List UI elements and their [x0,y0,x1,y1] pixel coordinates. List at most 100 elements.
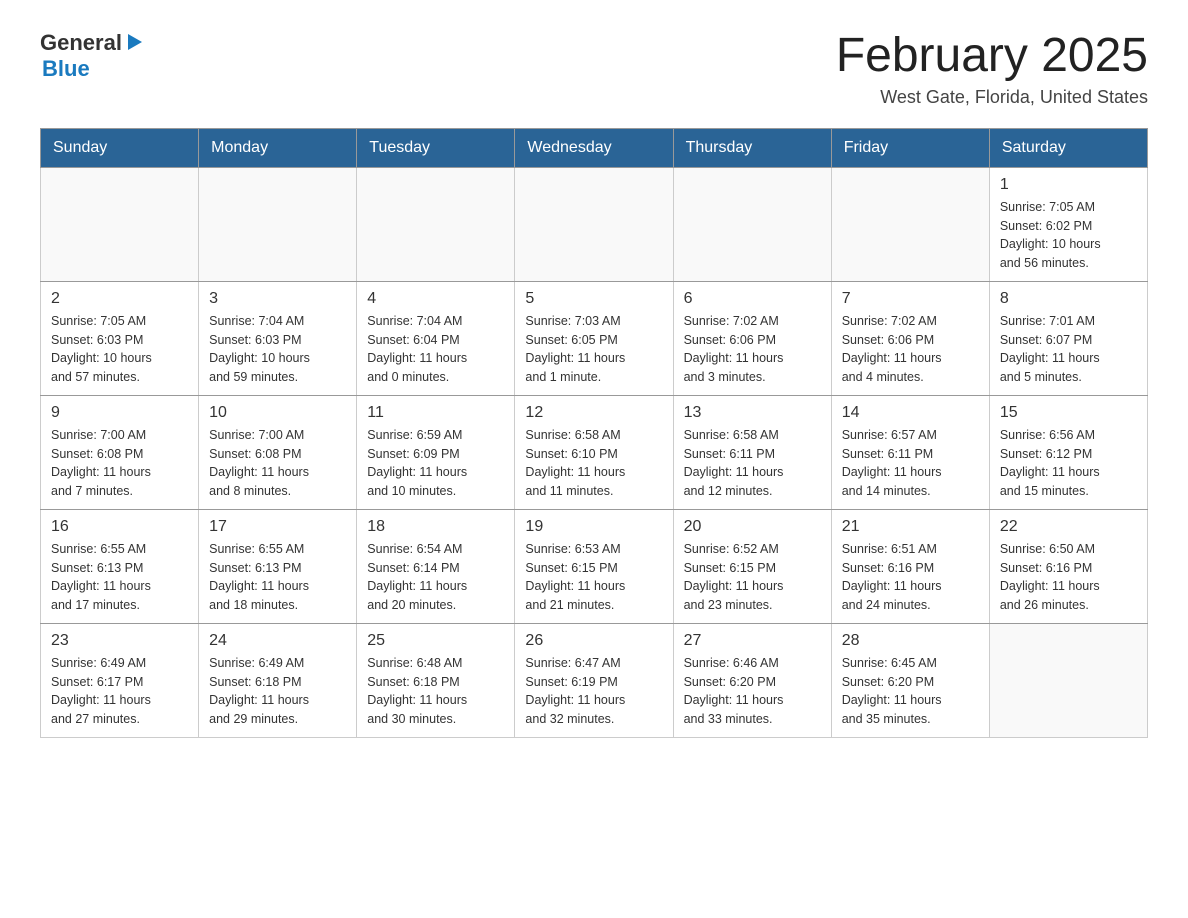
calendar-header-monday: Monday [199,128,357,167]
day-number: 24 [209,632,346,650]
title-block: February 2025 West Gate, Florida, United… [836,30,1148,108]
calendar-header-thursday: Thursday [673,128,831,167]
day-number: 8 [1000,290,1137,308]
calendar-header-tuesday: Tuesday [357,128,515,167]
calendar-table: SundayMondayTuesdayWednesdayThursdayFrid… [40,128,1148,738]
calendar-week-row: 16 Sunrise: 6:55 AM Sunset: 6:13 PM Dayli… [41,509,1148,623]
day-info: Sunrise: 7:04 AM Sunset: 6:03 PM Dayligh… [209,312,346,387]
day-info: Sunrise: 6:50 AM Sunset: 6:16 PM Dayligh… [1000,540,1137,615]
day-number: 3 [209,290,346,308]
day-info: Sunrise: 6:56 AM Sunset: 6:12 PM Dayligh… [1000,426,1137,501]
calendar-cell: 7 Sunrise: 7:02 AM Sunset: 6:06 PM Daylig… [831,281,989,395]
day-number: 21 [842,518,979,536]
calendar-cell: 20 Sunrise: 6:52 AM Sunset: 6:15 PM Dayli… [673,509,831,623]
calendar-cell: 8Sunrise: 7:01 AM Sunset: 6:07 PM Daylig… [989,281,1147,395]
logo-general: General [40,30,122,56]
day-info: Sunrise: 7:02 AM Sunset: 6:06 PM Dayligh… [684,312,821,387]
day-info: Sunrise: 6:55 AM Sunset: 6:13 PM Dayligh… [209,540,346,615]
day-number: 14 [842,404,979,422]
subtitle: West Gate, Florida, United States [836,87,1148,108]
day-number: 15 [1000,404,1137,422]
calendar-cell [515,167,673,281]
day-number: 28 [842,632,979,650]
day-info: Sunrise: 7:04 AM Sunset: 6:04 PM Dayligh… [367,312,504,387]
day-number: 12 [525,404,662,422]
logo: General Blue [40,30,146,82]
day-number: 7 [842,290,979,308]
logo-arrow-icon [124,31,146,53]
day-info: Sunrise: 6:49 AM Sunset: 6:17 PM Dayligh… [51,654,188,729]
calendar-cell: 23 Sunrise: 6:49 AM Sunset: 6:17 PM Dayli… [41,623,199,737]
calendar-week-row: 2Sunrise: 7:05 AM Sunset: 6:03 PM Daylig… [41,281,1148,395]
calendar-cell: 6Sunrise: 7:02 AM Sunset: 6:06 PM Daylig… [673,281,831,395]
calendar-header-saturday: Saturday [989,128,1147,167]
day-number: 27 [684,632,821,650]
calendar-cell: 2Sunrise: 7:05 AM Sunset: 6:03 PM Daylig… [41,281,199,395]
day-info: Sunrise: 7:00 AM Sunset: 6:08 PM Dayligh… [209,426,346,501]
calendar-cell [989,623,1147,737]
calendar-cell: 19 Sunrise: 6:53 AM Sunset: 6:15 PM Dayli… [515,509,673,623]
page-header: General Blue February 2025 West Gate, Fl… [40,30,1148,108]
calendar-cell: 12 Sunrise: 6:58 AM Sunset: 6:10 PM Dayli… [515,395,673,509]
calendar-cell: 17 Sunrise: 6:55 AM Sunset: 6:13 PM Dayli… [199,509,357,623]
calendar-header-row: SundayMondayTuesdayWednesdayThursdayFrid… [41,128,1148,167]
day-number: 13 [684,404,821,422]
day-info: Sunrise: 6:54 AM Sunset: 6:14 PM Dayligh… [367,540,504,615]
day-number: 19 [525,518,662,536]
calendar-cell: 13 Sunrise: 6:58 AM Sunset: 6:11 PM Dayli… [673,395,831,509]
day-number: 22 [1000,518,1137,536]
day-info: Sunrise: 6:47 AM Sunset: 6:19 PM Dayligh… [525,654,662,729]
day-number: 20 [684,518,821,536]
calendar-cell [673,167,831,281]
calendar-cell: 1 Sunrise: 7:05 AM Sunset: 6:02 PM Daylig… [989,167,1147,281]
day-info: Sunrise: 7:03 AM Sunset: 6:05 PM Dayligh… [525,312,662,387]
calendar-cell: 11 Sunrise: 6:59 AM Sunset: 6:09 PM Dayli… [357,395,515,509]
calendar-cell [199,167,357,281]
day-number: 23 [51,632,188,650]
calendar-cell: 25 Sunrise: 6:48 AM Sunset: 6:18 PM Dayli… [357,623,515,737]
calendar-cell: 26 Sunrise: 6:47 AM Sunset: 6:19 PM Dayli… [515,623,673,737]
day-info: Sunrise: 7:02 AM Sunset: 6:06 PM Dayligh… [842,312,979,387]
calendar-cell: 21 Sunrise: 6:51 AM Sunset: 6:16 PM Dayli… [831,509,989,623]
calendar-cell: 22 Sunrise: 6:50 AM Sunset: 6:16 PM Dayli… [989,509,1147,623]
day-number: 26 [525,632,662,650]
calendar-header-sunday: Sunday [41,128,199,167]
day-info: Sunrise: 6:45 AM Sunset: 6:20 PM Dayligh… [842,654,979,729]
day-number: 11 [367,404,504,422]
calendar-header-friday: Friday [831,128,989,167]
day-info: Sunrise: 6:58 AM Sunset: 6:11 PM Dayligh… [684,426,821,501]
calendar-week-row: 9 Sunrise: 7:00 AM Sunset: 6:08 PM Daylig… [41,395,1148,509]
calendar-cell: 27 Sunrise: 6:46 AM Sunset: 6:20 PM Dayli… [673,623,831,737]
day-info: Sunrise: 7:05 AM Sunset: 6:02 PM Dayligh… [1000,198,1137,273]
day-info: Sunrise: 6:48 AM Sunset: 6:18 PM Dayligh… [367,654,504,729]
day-number: 10 [209,404,346,422]
day-info: Sunrise: 6:58 AM Sunset: 6:10 PM Dayligh… [525,426,662,501]
day-info: Sunrise: 6:59 AM Sunset: 6:09 PM Dayligh… [367,426,504,501]
day-info: Sunrise: 6:55 AM Sunset: 6:13 PM Dayligh… [51,540,188,615]
day-info: Sunrise: 6:46 AM Sunset: 6:20 PM Dayligh… [684,654,821,729]
day-number: 1 [1000,176,1137,194]
day-info: Sunrise: 6:52 AM Sunset: 6:15 PM Dayligh… [684,540,821,615]
calendar-cell: 28 Sunrise: 6:45 AM Sunset: 6:20 PM Dayli… [831,623,989,737]
calendar-cell [41,167,199,281]
calendar-week-row: 23 Sunrise: 6:49 AM Sunset: 6:17 PM Dayli… [41,623,1148,737]
calendar-week-row: 1 Sunrise: 7:05 AM Sunset: 6:02 PM Daylig… [41,167,1148,281]
day-number: 9 [51,404,188,422]
calendar-cell [831,167,989,281]
day-number: 2 [51,290,188,308]
day-info: Sunrise: 6:51 AM Sunset: 6:16 PM Dayligh… [842,540,979,615]
calendar-cell: 9 Sunrise: 7:00 AM Sunset: 6:08 PM Daylig… [41,395,199,509]
day-number: 18 [367,518,504,536]
calendar-cell: 18 Sunrise: 6:54 AM Sunset: 6:14 PM Dayli… [357,509,515,623]
day-info: Sunrise: 7:00 AM Sunset: 6:08 PM Dayligh… [51,426,188,501]
day-info: Sunrise: 6:53 AM Sunset: 6:15 PM Dayligh… [525,540,662,615]
calendar-cell: 5Sunrise: 7:03 AM Sunset: 6:05 PM Daylig… [515,281,673,395]
logo-blue: Blue [42,56,90,82]
calendar-cell: 10 Sunrise: 7:00 AM Sunset: 6:08 PM Dayli… [199,395,357,509]
day-info: Sunrise: 6:57 AM Sunset: 6:11 PM Dayligh… [842,426,979,501]
day-number: 17 [209,518,346,536]
day-number: 25 [367,632,504,650]
calendar-cell: 14 Sunrise: 6:57 AM Sunset: 6:11 PM Dayli… [831,395,989,509]
calendar-cell: 4Sunrise: 7:04 AM Sunset: 6:04 PM Daylig… [357,281,515,395]
day-number: 16 [51,518,188,536]
